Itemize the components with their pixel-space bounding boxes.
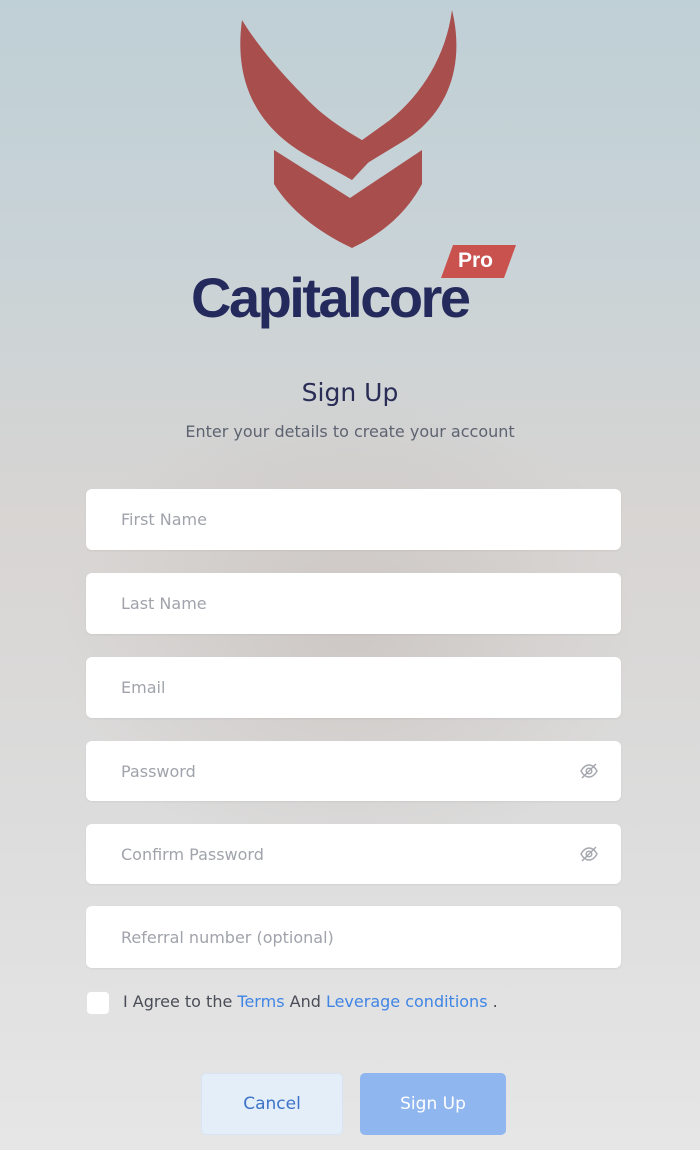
confirm-password-field	[86, 824, 621, 884]
agreement-text: I Agree to the Terms And Leverage condit…	[123, 990, 498, 1014]
pro-badge: Pro	[441, 245, 516, 278]
page-title: Sign Up	[301, 378, 399, 407]
brand-name: Capitalcore	[191, 266, 471, 329]
first-name-field	[86, 489, 621, 550]
last-name-field	[86, 573, 621, 634]
pro-badge-label: Pro	[458, 249, 494, 272]
cancel-button[interactable]: Cancel	[201, 1073, 343, 1135]
first-name-input[interactable]	[86, 489, 621, 550]
sign-up-button[interactable]: Sign Up	[360, 1073, 506, 1135]
email-field	[86, 657, 621, 718]
eye-slash-icon[interactable]	[579, 761, 599, 781]
last-name-input[interactable]	[86, 573, 621, 634]
email-input[interactable]	[86, 657, 621, 718]
agree-checkbox[interactable]	[86, 991, 110, 1015]
page-subtitle: Enter your details to create your accoun…	[185, 422, 515, 441]
brand-logo-icon	[232, 8, 468, 254]
terms-link[interactable]: Terms	[237, 992, 284, 1011]
confirm-password-input[interactable]	[86, 824, 621, 884]
password-field	[86, 741, 621, 801]
agreement-middle: And	[284, 992, 326, 1011]
referral-field	[86, 906, 621, 968]
brand-wordmark: Capitalcore Pro	[191, 245, 521, 342]
password-input[interactable]	[86, 741, 621, 801]
referral-input[interactable]	[86, 906, 621, 968]
eye-slash-icon[interactable]	[579, 844, 599, 864]
leverage-conditions-link[interactable]: Leverage conditions	[326, 992, 488, 1011]
agreement-suffix: .	[487, 992, 498, 1011]
agreement-prefix: I Agree to the	[123, 992, 238, 1011]
